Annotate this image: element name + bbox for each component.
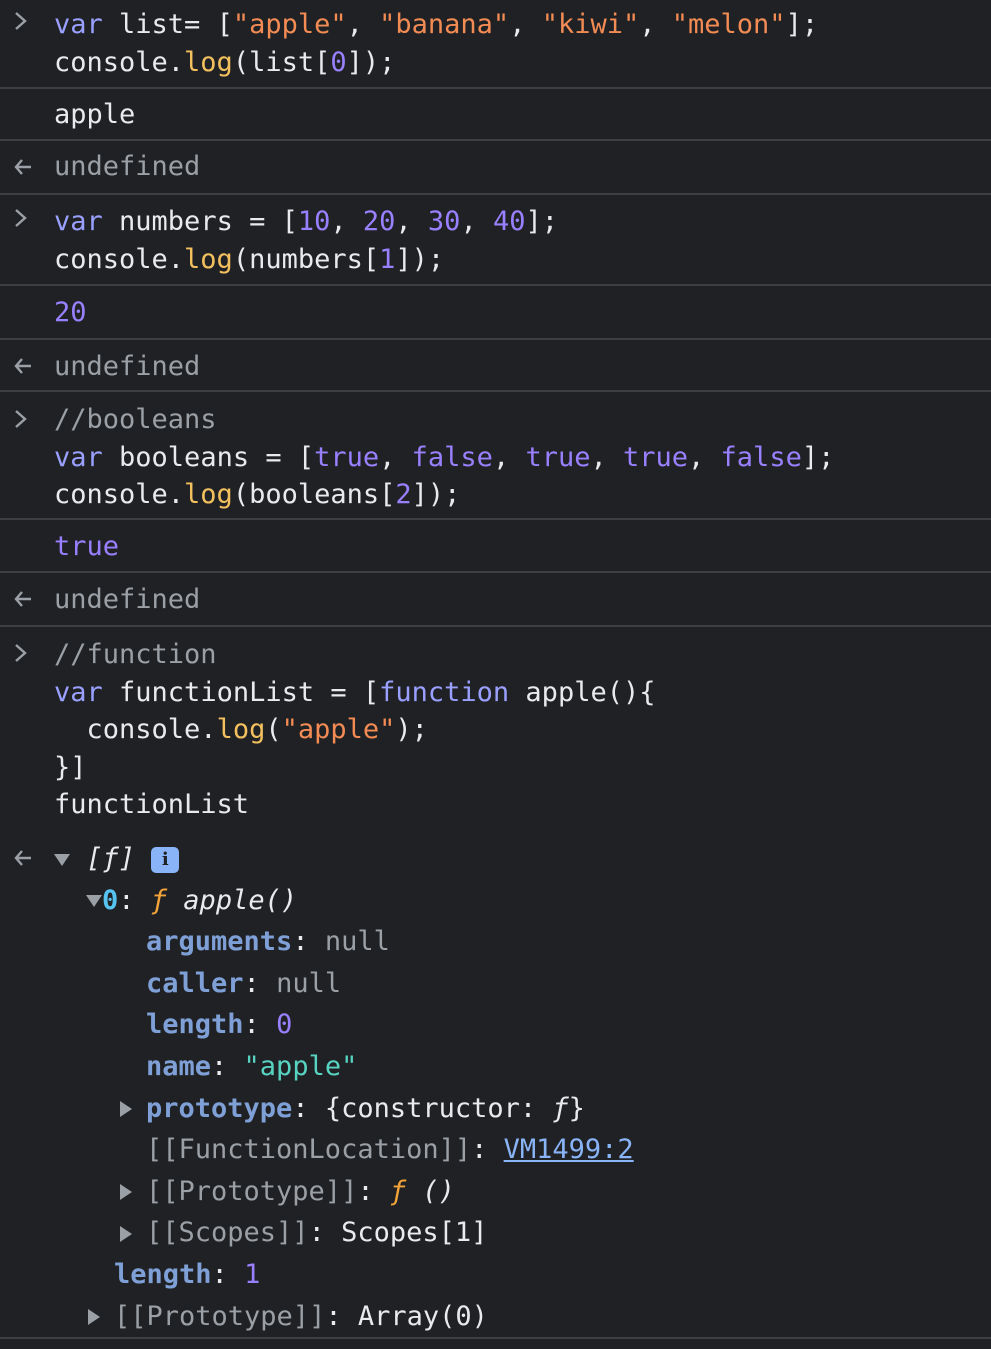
console-result-entry: undefined: [0, 340, 991, 392]
console-input-entry[interactable]: //booleans var booleans = [true, false, …: [0, 392, 991, 520]
expand-down-icon[interactable]: [54, 853, 70, 866]
tree-item-0[interactable]: 0: ƒ apple(): [54, 880, 991, 922]
console-input-entry[interactable]: var list= ["apple", "banana", "kiwi", "m…: [0, 0, 991, 89]
code-line: }]: [54, 751, 87, 783]
tree-prop-length: length: 0: [146, 1009, 293, 1041]
expand-right-icon[interactable]: [88, 1309, 100, 1326]
code-line: var functionList = [function apple(){: [54, 676, 656, 708]
tree-prop-prototype[interactable]: prototype: {constructor: ƒ}: [54, 1088, 991, 1130]
code-comment: //booleans: [54, 404, 217, 435]
code-line: var numbers = [10, 20, 30, 40];: [54, 206, 558, 237]
tree-root[interactable]: [ƒ] i: [54, 838, 991, 880]
code-comment: //function: [54, 639, 217, 670]
console-result-entry: undefined: [0, 573, 991, 627]
code-line: var booleans = [true, false, true, true,…: [54, 441, 835, 473]
tree-prop-array-prototype[interactable]: [[Prototype]]: Array(0): [54, 1296, 991, 1338]
tree-prop-scopes[interactable]: [[Scopes]]: Scopes[1]: [54, 1212, 991, 1254]
console-input-entry[interactable]: var numbers = [10, 20, 30, 40]; console.…: [0, 195, 991, 286]
input-prompt-icon: [12, 207, 30, 229]
source-link[interactable]: VM1499:2: [504, 1134, 634, 1165]
tree-prop-caller: caller: null: [146, 967, 342, 999]
console-log-output: true: [0, 520, 991, 573]
console-log-output: apple: [0, 89, 991, 141]
expand-right-icon[interactable]: [120, 1101, 132, 1118]
tree-prop-fproto[interactable]: [[Prototype]]: ƒ (): [54, 1171, 991, 1213]
console-result-entry: undefined: [0, 141, 991, 195]
console-input-entry[interactable]: //function var functionList = [function …: [0, 627, 991, 834]
result-arrow-icon: [12, 589, 34, 609]
console-panel: var list= ["apple", "banana", "kiwi", "m…: [0, 0, 991, 1349]
expand-down-icon[interactable]: [86, 895, 102, 908]
tree-prop-function-location: [[FunctionLocation]]: VM1499:2: [146, 1134, 634, 1166]
console-log-output: 20: [0, 286, 991, 340]
code-line: var list= ["apple", "banana", "kiwi", "m…: [54, 9, 819, 40]
tree-prop-name: name: "apple": [146, 1050, 358, 1082]
info-icon[interactable]: i: [151, 846, 180, 873]
result-arrow-icon: [12, 848, 34, 868]
code-line: console.log(numbers[1]);: [54, 243, 445, 275]
input-prompt-icon: [12, 642, 30, 664]
code-line: console.log("apple");: [54, 714, 428, 745]
console-object-result: [ƒ] i 0: ƒ apple() arguments: null calle…: [0, 834, 991, 1339]
code-line: console.log(list[0]);: [54, 46, 396, 78]
result-arrow-icon: [12, 157, 34, 177]
input-prompt-icon: [12, 10, 30, 32]
tree-prop-arguments: arguments: null: [146, 926, 390, 958]
expand-right-icon[interactable]: [120, 1184, 132, 1201]
result-arrow-icon: [12, 356, 34, 376]
code-line: functionList: [54, 789, 250, 820]
code-line: console.log(booleans[2]);: [54, 479, 461, 510]
input-prompt-icon: [12, 408, 30, 430]
tree-prop-length: length: 1: [114, 1258, 261, 1290]
expand-right-icon[interactable]: [120, 1225, 132, 1242]
